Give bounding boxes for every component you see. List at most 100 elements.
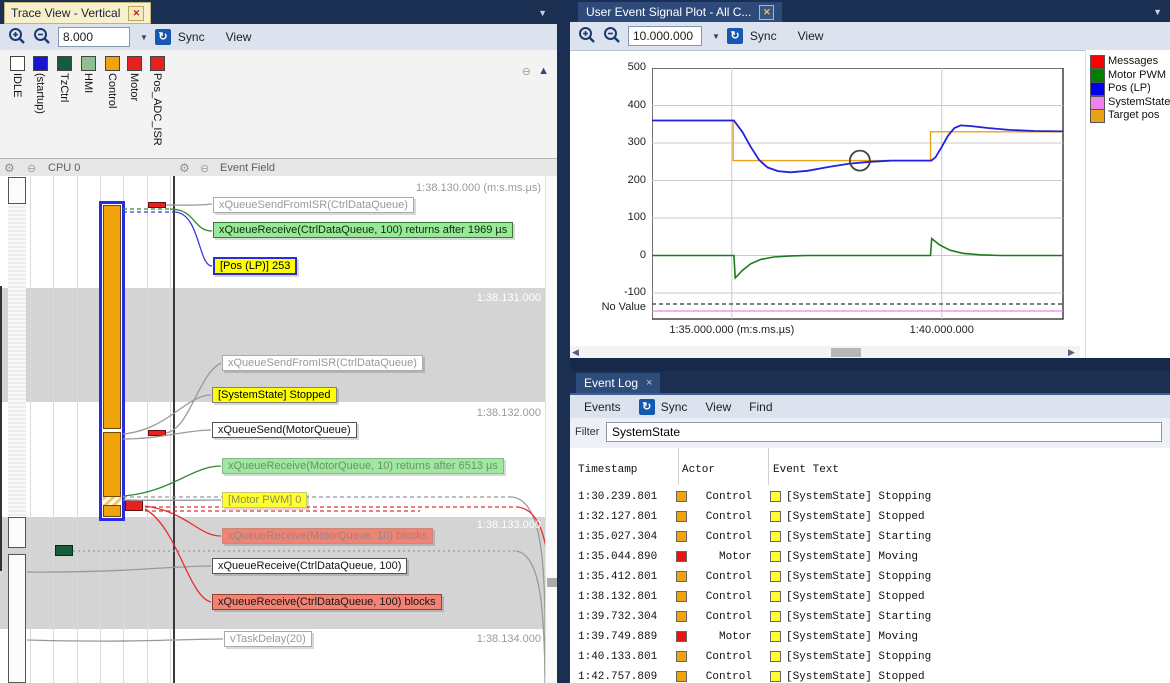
actor-color-swatch-TzCtrl[interactable] [57, 56, 72, 71]
event-label[interactable]: [SystemState] Stopped [212, 387, 337, 403]
task-bar-IDLE[interactable] [8, 554, 26, 683]
log-row[interactable]: 1:35.412.801Control[SystemState] Stoppin… [570, 568, 1170, 588]
scroll-right-icon[interactable]: ▶ [1068, 347, 1075, 358]
log-actor: Control [688, 651, 752, 663]
task-bar-Pos_ADC_ISR[interactable] [148, 430, 166, 436]
event-label[interactable]: xQueueReceive(MotorQueue, 10) blocks [222, 528, 433, 544]
task-bar-IDLE[interactable] [8, 204, 26, 516]
log-row[interactable]: 1:39.749.889Motor[SystemState] Moving [570, 628, 1170, 648]
log-event-text: [SystemState] Starting [786, 531, 931, 543]
event-label[interactable]: xQueueReceive(CtrlDataQueue, 100) [212, 558, 407, 574]
close-icon[interactable]: × [646, 377, 652, 389]
y-tick-label: 300 [588, 136, 646, 148]
sync-icon[interactable]: ↻ [639, 399, 655, 415]
zoom-level-combo[interactable]: 8.000 [58, 27, 130, 47]
actor-color-swatch [676, 491, 687, 502]
actor-color-swatch-Control[interactable] [105, 56, 120, 71]
log-row[interactable]: 1:30.239.801Control[SystemState] Stoppin… [570, 488, 1170, 508]
actor-color-swatch-HMI[interactable] [81, 56, 96, 71]
no-value-axis-label: No Value [574, 301, 646, 313]
actor-color-swatch-(startup)[interactable] [33, 56, 48, 71]
actor-color-swatch-Pos_ADC_ISR[interactable] [150, 56, 165, 71]
column-gridline [77, 176, 78, 683]
log-timestamp: 1:38.132.801 [578, 591, 657, 603]
zoom-in-icon[interactable] [8, 27, 26, 48]
log-column-header[interactable]: Actor [682, 464, 715, 476]
event-field-gear-icon[interactable]: ⚙ [179, 161, 190, 175]
sync-icon[interactable]: ↻ [155, 29, 171, 45]
events-menu[interactable]: Events [584, 400, 621, 414]
sync-button[interactable]: Sync [750, 29, 777, 43]
log-timestamp: 1:35.027.304 [578, 531, 657, 543]
event-log-table[interactable]: Timestamp Actor Event Text 1:30.239.801Con… [570, 448, 1170, 683]
event-label[interactable]: xQueueReceive(CtrlDataQueue, 100) blocks [212, 594, 442, 610]
zoom-combo-arrow-icon[interactable]: ▼ [712, 32, 720, 41]
signal-plot-tabstrip: User Event Signal Plot - All C... ✕ ▼ [570, 0, 1170, 22]
log-row[interactable]: 1:42.757.809Control[SystemState] Stopped [570, 668, 1170, 683]
log-column-header[interactable]: Timestamp [578, 464, 637, 476]
panel-menu-dropdown-icon[interactable]: ▼ [538, 8, 547, 18]
log-event-text: [SystemState] Stopping [786, 571, 931, 583]
log-row[interactable]: 1:39.732.304Control[SystemState] Startin… [570, 608, 1170, 628]
event-field-collapse-icon[interactable]: ⊖ [200, 162, 209, 175]
sync-button[interactable]: Sync [661, 400, 688, 414]
zoom-out-icon[interactable] [33, 27, 51, 48]
tab-signal-plot[interactable]: User Event Signal Plot - All C... ✕ [578, 2, 782, 22]
actor-color-swatch [676, 631, 687, 642]
task-bar-IDLE[interactable] [8, 517, 26, 548]
tab-event-log[interactable]: Event Log × [576, 373, 660, 393]
log-row[interactable]: 1:32.127.801Control[SystemState] Stopped [570, 508, 1170, 528]
tab-trace-view[interactable]: Trace View - Vertical ✕ [4, 2, 151, 24]
log-row[interactable]: 1:35.027.304Control[SystemState] Startin… [570, 528, 1170, 548]
event-label[interactable]: [Motor PWM] 0 [222, 492, 307, 508]
event-label[interactable]: xQueueSendFromISR(CtrlDataQueue) [222, 355, 423, 371]
event-label[interactable]: xQueueReceive(CtrlDataQueue, 100) return… [213, 222, 513, 238]
log-row[interactable]: 1:38.132.801Control[SystemState] Stopped [570, 588, 1170, 608]
collapse-icon[interactable]: ⊖ [522, 65, 531, 78]
log-column-header[interactable]: Event Text [773, 464, 839, 476]
log-row[interactable]: 1:35.044.890Motor[SystemState] Moving [570, 548, 1170, 568]
cpu-gear-icon[interactable]: ⚙ [4, 161, 15, 175]
task-bar-Pos_ADC_ISR[interactable] [148, 202, 166, 208]
task-bar-TzCtrl[interactable] [55, 545, 73, 556]
view-menu[interactable]: View [226, 30, 252, 44]
zoom-level-combo[interactable]: 10.000.000 [628, 26, 702, 46]
trace-canvas[interactable]: xQueueSendFromISR(CtrlDataQueue) xQueueRe… [0, 176, 557, 683]
zoom-combo-arrow-icon[interactable]: ▼ [140, 33, 148, 42]
scroll-up-icon[interactable]: ▲ [538, 65, 549, 77]
scroll-left-icon[interactable]: ◀ [572, 347, 579, 358]
cpu-column-label: CPU 0 [48, 162, 80, 174]
log-row[interactable]: 1:40.133.801Control[SystemState] Stoppin… [570, 648, 1170, 668]
view-menu[interactable]: View [798, 29, 824, 43]
trace-vertical-scrollbar[interactable] [545, 176, 557, 683]
sync-icon[interactable]: ↻ [727, 28, 743, 44]
plot-scrollbar-thumb[interactable] [831, 348, 861, 357]
event-label[interactable]: [Pos (LP)] 253 [213, 257, 297, 275]
view-menu[interactable]: View [705, 400, 731, 414]
actor-color-swatch-IDLE[interactable] [10, 56, 25, 71]
find-menu[interactable]: Find [749, 400, 772, 414]
event-label[interactable]: xQueueSendFromISR(CtrlDataQueue) [213, 197, 414, 213]
trace-scrollbar-thumb[interactable] [547, 578, 557, 587]
sync-button[interactable]: Sync [178, 30, 205, 44]
column-separator [768, 448, 769, 485]
cpu-collapse-icon[interactable]: ⊖ [27, 162, 36, 175]
signal-plot-canvas[interactable] [652, 68, 1064, 320]
close-icon[interactable]: ✕ [759, 5, 774, 20]
task-bar-Motor[interactable] [125, 500, 143, 511]
legend-color-swatch [1090, 96, 1105, 110]
filter-input[interactable] [606, 422, 1162, 442]
event-label[interactable]: xQueueReceive(MotorQueue, 10) returns af… [222, 458, 504, 474]
task-bar-IDLE[interactable] [8, 177, 26, 204]
event-label[interactable]: xQueueSend(MotorQueue) [212, 422, 357, 438]
close-icon[interactable]: ✕ [128, 6, 144, 21]
actor-color-swatch [676, 611, 687, 622]
y-tick-label: 200 [588, 174, 646, 186]
panel-menu-dropdown-icon[interactable]: ▼ [1153, 7, 1162, 17]
event-label[interactable]: vTaskDelay(20) [224, 631, 312, 647]
panel-splitter-vertical[interactable] [557, 0, 570, 683]
zoom-out-icon[interactable] [603, 26, 621, 47]
actor-color-swatch-Motor[interactable] [127, 56, 142, 71]
panel-splitter-horizontal[interactable] [570, 358, 1170, 371]
zoom-in-icon[interactable] [578, 26, 596, 47]
